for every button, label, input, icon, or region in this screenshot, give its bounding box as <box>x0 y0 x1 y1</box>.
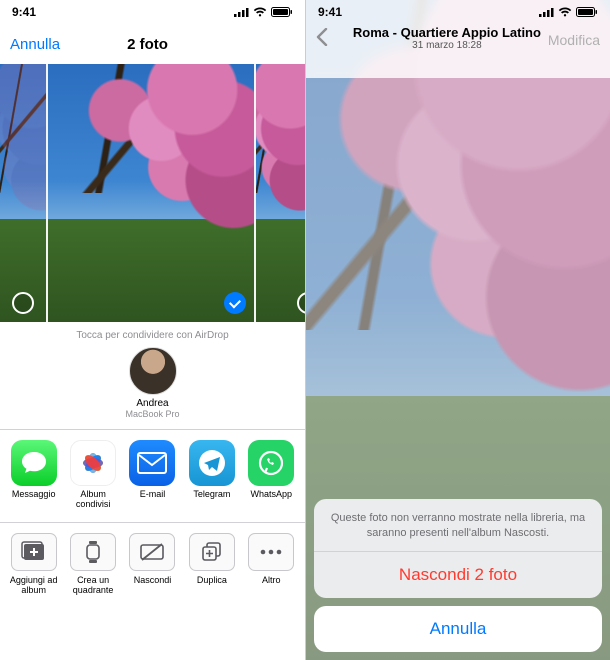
share-sheet-screen: 9:41 Annulla 2 foto <box>0 0 305 660</box>
cellular-icon <box>234 7 249 17</box>
watchface-icon <box>70 533 116 571</box>
back-button[interactable] <box>316 28 346 51</box>
share-actions-row: Aggiungi ad album Crea un quadrante Nasc… <box>0 523 305 610</box>
photo-thumb-selected[interactable] <box>48 64 254 322</box>
cancel-button[interactable]: Annulla <box>10 36 60 53</box>
more-icon <box>248 533 294 571</box>
sheet-message: Queste foto non verranno mostrate nella … <box>314 499 602 551</box>
status-indicators <box>539 7 598 17</box>
app-label: Album condivisi <box>65 490 121 510</box>
nav-title: 2 foto <box>127 36 168 53</box>
wifi-icon <box>558 7 572 17</box>
action-duplicate[interactable]: Duplica <box>184 533 240 596</box>
nav-title-block: Roma - Quartiere Appio Latino 31 marzo 1… <box>353 25 541 51</box>
share-app-whatsapp[interactable]: WhatsApp <box>243 440 299 510</box>
status-bar: 9:41 <box>306 0 610 24</box>
app-label: E-mail <box>124 490 180 500</box>
status-time: 9:41 <box>12 5 36 19</box>
status-indicators <box>234 7 293 17</box>
telegram-icon <box>189 440 235 486</box>
photo-selection-strip[interactable] <box>0 64 305 322</box>
add-to-album-icon <box>11 533 57 571</box>
battery-icon <box>576 7 598 17</box>
photo-thumb-prev[interactable] <box>0 64 46 322</box>
action-label: Crea un quadrante <box>65 576 121 596</box>
share-app-telegram[interactable]: Telegram <box>184 440 240 510</box>
status-bar: 9:41 <box>0 0 305 24</box>
action-add-to-album[interactable]: Aggiungi ad album <box>6 533 62 596</box>
cellular-icon <box>539 7 554 17</box>
photo-location: Roma - Quartiere Appio Latino <box>353 25 541 40</box>
mail-icon <box>129 440 175 486</box>
app-label: Messaggio <box>6 490 62 500</box>
status-time: 9:41 <box>318 5 342 19</box>
avatar <box>129 347 177 395</box>
whatsapp-icon <box>248 440 294 486</box>
photo-thumb-next[interactable] <box>256 64 305 322</box>
action-create-watchface[interactable]: Crea un quadrante <box>65 533 121 596</box>
action-hide[interactable]: Nascondi <box>124 533 180 596</box>
photos-icon <box>70 440 116 486</box>
nav-bar: Annulla 2 foto <box>0 24 305 64</box>
nav-bar: Roma - Quartiere Appio Latino 31 marzo 1… <box>306 24 610 59</box>
contact-device: MacBook Pro <box>118 409 188 419</box>
chevron-left-icon <box>316 28 328 46</box>
hide-photo-screen: 9:41 Roma - Quartiere Appio Latino 31 ma… <box>305 0 610 660</box>
action-sheet: Queste foto non verranno mostrate nella … <box>314 499 602 652</box>
app-label: Telegram <box>184 490 240 500</box>
action-label: Altro <box>243 576 299 586</box>
airdrop-contact[interactable]: Andrea MacBook Pro <box>118 347 188 419</box>
cancel-button[interactable]: Annulla <box>314 606 602 652</box>
share-app-photos[interactable]: Album condivisi <box>65 440 121 510</box>
share-app-messages[interactable]: Messaggio <box>6 440 62 510</box>
action-label: Aggiungi ad album <box>6 576 62 596</box>
selection-checkmark-icon[interactable] <box>224 292 246 314</box>
hide-icon <box>129 533 175 571</box>
airdrop-hint: Tocca per condividere con AirDrop <box>0 322 305 347</box>
airdrop-contacts-row: Andrea MacBook Pro <box>0 347 305 429</box>
contact-name: Andrea <box>118 398 188 409</box>
selection-ring-empty[interactable] <box>12 292 34 314</box>
duplicate-icon <box>189 533 235 571</box>
share-apps-row: Messaggio Album condivisi E-mail Telegra… <box>0 430 305 522</box>
wifi-icon <box>253 7 267 17</box>
battery-icon <box>271 7 293 17</box>
photo-datetime: 31 marzo 18:28 <box>353 40 541 51</box>
messages-icon <box>11 440 57 486</box>
action-label: Nascondi <box>124 576 180 586</box>
share-app-mail[interactable]: E-mail <box>124 440 180 510</box>
edit-button[interactable]: Modifica <box>548 32 600 48</box>
hide-photos-button[interactable]: Nascondi 2 foto <box>314 552 602 598</box>
app-label: WhatsApp <box>243 490 299 500</box>
action-more[interactable]: Altro <box>243 533 299 596</box>
action-label: Duplica <box>184 576 240 586</box>
